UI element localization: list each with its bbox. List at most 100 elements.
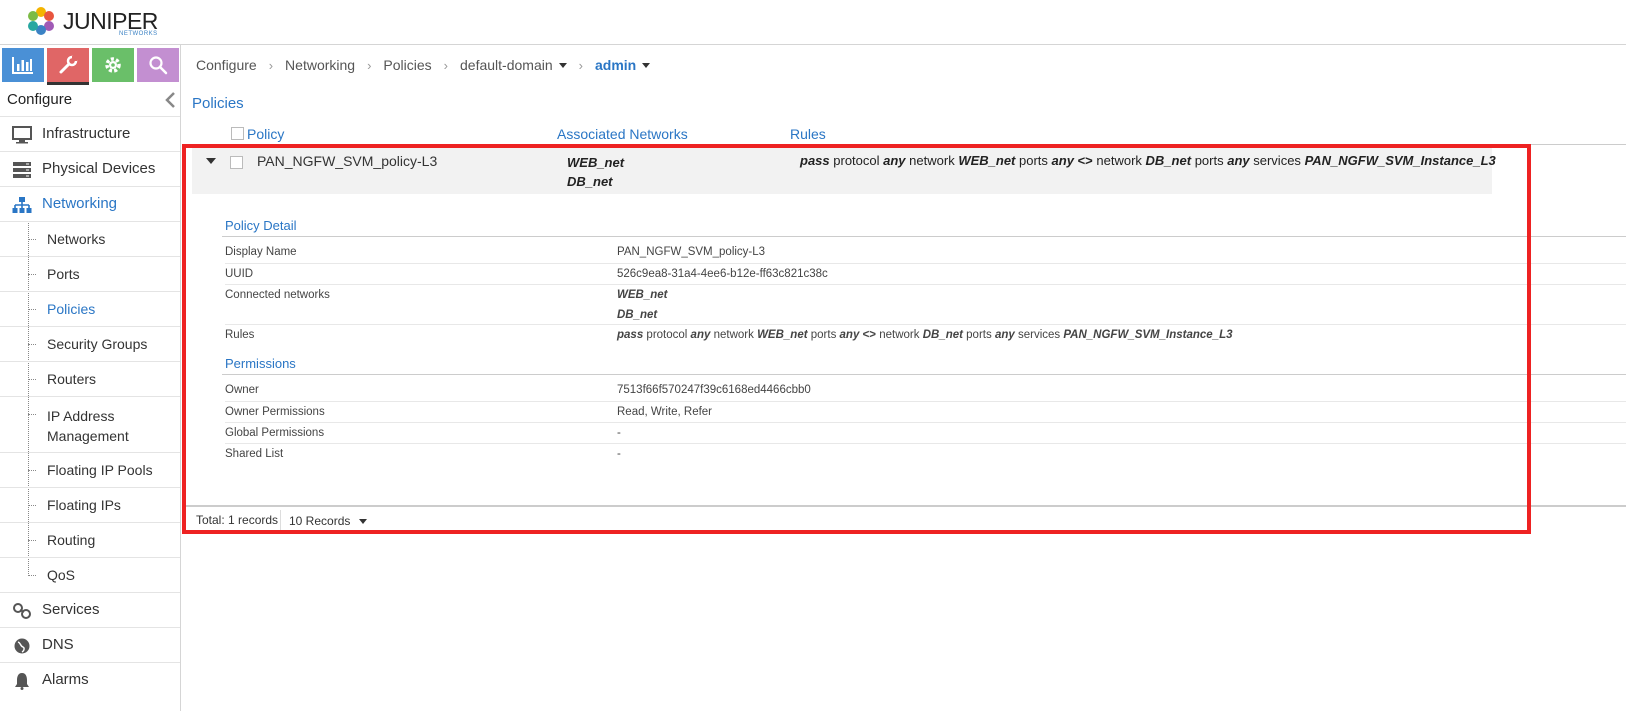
rule-source-network: WEB_net bbox=[757, 329, 808, 341]
column-header-networks[interactable]: Associated Networks bbox=[557, 126, 688, 142]
rules-cell: pass protocol any network WEB_net ports … bbox=[800, 153, 1496, 168]
detail-row-rules: Rules pass protocol any network WEB_net … bbox=[225, 324, 1626, 345]
sidebar-item-label: Services bbox=[42, 601, 100, 618]
policy-detail-title: Policy Detail bbox=[225, 218, 297, 233]
rule-source-network: WEB_net bbox=[958, 153, 1016, 168]
sidebar-item-qos[interactable]: QoS bbox=[0, 557, 180, 592]
sidebar-item-ip-address-management[interactable]: IP Address Management bbox=[0, 396, 180, 452]
sidebar-item-services[interactable]: Services bbox=[0, 592, 180, 627]
sidebar-subitem-label: Networks bbox=[47, 231, 106, 247]
detail-row-uuid: UUID 526c9ea8-31a4-4ee6-b12e-ff63c821c38… bbox=[225, 263, 1626, 284]
sidebar-item-alarms[interactable]: Alarms bbox=[0, 662, 180, 697]
breadcrumb-separator: › bbox=[443, 57, 449, 73]
domain-dropdown[interactable]: default-domain bbox=[460, 57, 567, 73]
link-icon bbox=[13, 603, 31, 619]
breadcrumb-separator: › bbox=[268, 57, 274, 73]
detail-value-rules: pass protocol any network WEB_net ports … bbox=[617, 329, 1233, 341]
sidebar-subitem-label: Ports bbox=[47, 266, 80, 282]
page-size-select[interactable]: 10 Records bbox=[289, 514, 350, 528]
network-name: WEB_net bbox=[567, 155, 625, 170]
sidebar-item-routers[interactable]: Routers bbox=[0, 361, 180, 396]
caret-down-icon bbox=[642, 62, 651, 68]
detail-value: WEB_net bbox=[617, 289, 668, 301]
juniper-flower-icon bbox=[28, 7, 54, 35]
associated-networks-cell: WEB_net DB_net bbox=[567, 153, 624, 191]
project-dropdown-label: admin bbox=[594, 57, 637, 73]
top-header: JUNIPER NETWORKS bbox=[0, 0, 1626, 45]
sidebar-item-label: Physical Devices bbox=[42, 160, 156, 177]
sidebar-item-infrastructure[interactable]: Infrastructure bbox=[0, 116, 180, 151]
sidebar-subitem-label: Policies bbox=[47, 301, 96, 317]
sidebar-item-physical-devices[interactable]: Physical Devices bbox=[0, 151, 180, 186]
sidebar-item-dns[interactable]: DNS bbox=[0, 627, 180, 662]
rule-action: pass bbox=[800, 153, 830, 168]
breadcrumb-policies[interactable]: Policies bbox=[383, 57, 431, 73]
sidebar-nav: Infrastructure Physical Devices Networki… bbox=[0, 116, 180, 697]
tree-tick bbox=[28, 239, 36, 240]
breadcrumb: Configure › Networking › Policies › defa… bbox=[196, 57, 651, 73]
detail-label: Shared List bbox=[225, 448, 284, 460]
policy-name-cell: PAN_NGFW_SVM_policy-L3 bbox=[257, 153, 438, 169]
sidebar-item-label: Alarms bbox=[42, 671, 89, 688]
rule-direction: <> bbox=[1077, 153, 1093, 168]
sidebar-item-ports[interactable]: Ports bbox=[0, 256, 180, 291]
detail-row-shared-list: Shared List - bbox=[225, 443, 1626, 464]
select-all-checkbox[interactable] bbox=[231, 127, 244, 140]
detail-value: PAN_NGFW_SVM_policy-L3 bbox=[617, 246, 766, 258]
sidebar-item-label: Networking bbox=[42, 195, 118, 212]
caret-down-icon bbox=[558, 62, 567, 68]
tree-tick bbox=[28, 344, 36, 345]
sidebar-item-networks[interactable]: Networks bbox=[0, 221, 180, 256]
sidebar-subitem-label: IP Address Management bbox=[47, 408, 129, 444]
sidebar-item-routing[interactable]: Routing bbox=[0, 522, 180, 557]
brand-sub: NETWORKS bbox=[119, 31, 158, 37]
monitor-mode-button[interactable] bbox=[2, 48, 44, 82]
main-content: Configure › Networking › Policies › defa… bbox=[182, 45, 1626, 711]
tree-tick bbox=[28, 274, 36, 275]
table-row[interactable]: PAN_NGFW_SVM_policy-L3 WEB_net DB_net pa… bbox=[192, 146, 1496, 194]
breadcrumb-configure[interactable]: Configure bbox=[196, 57, 257, 73]
detail-value: 526c9ea8-31a4-4ee6-b12e-ff63c821c38c bbox=[617, 268, 828, 280]
expand-row-icon[interactable] bbox=[206, 158, 216, 164]
juniper-logo[interactable]: JUNIPER NETWORKS bbox=[24, 4, 158, 40]
caret-down-icon[interactable] bbox=[359, 519, 367, 524]
sidebar-item-floating-ip-pools[interactable]: Floating IP Pools bbox=[0, 452, 180, 487]
section-divider bbox=[222, 374, 1626, 375]
configure-mode-button[interactable] bbox=[47, 48, 89, 85]
project-dropdown[interactable]: admin bbox=[594, 57, 651, 73]
total-records: Total: 1 records bbox=[196, 513, 279, 527]
policy-detail-panel: Policy Detail Display Name PAN_NGFW_SVM_… bbox=[192, 194, 1626, 494]
sidebar-subitem-label: QoS bbox=[47, 567, 76, 583]
tree-tick bbox=[28, 414, 36, 415]
page-title: Policies bbox=[192, 95, 244, 112]
settings-mode-button[interactable] bbox=[92, 48, 134, 82]
collapse-sidebar-icon[interactable] bbox=[163, 91, 177, 109]
rule-keyword: ports bbox=[1019, 153, 1048, 168]
networking-subnav: Networks Ports Policies Security Groups … bbox=[0, 221, 180, 592]
sidebar-item-policies[interactable]: Policies bbox=[0, 291, 180, 326]
column-header-policy[interactable]: Policy bbox=[247, 126, 284, 142]
rule-keyword: protocol bbox=[833, 153, 880, 168]
detail-label: Display Name bbox=[225, 246, 297, 258]
grid-footer: Total: 1 records 10 Records bbox=[182, 505, 1626, 531]
sidebar-item-floating-ips[interactable]: Floating IPs bbox=[0, 487, 180, 522]
rule-keyword: services bbox=[1017, 329, 1061, 341]
row-checkbox[interactable] bbox=[230, 156, 243, 169]
detail-label: Owner bbox=[225, 384, 259, 396]
detail-value: - bbox=[617, 427, 621, 439]
section-divider bbox=[222, 236, 1626, 237]
sidebar-item-security-groups[interactable]: Security Groups bbox=[0, 326, 180, 361]
column-header-rules[interactable]: Rules bbox=[790, 126, 826, 142]
breadcrumb-networking[interactable]: Networking bbox=[285, 57, 355, 73]
query-mode-button[interactable] bbox=[137, 48, 179, 82]
sidebar-subitem-label: Routers bbox=[47, 371, 97, 387]
rule-keyword: services bbox=[1253, 153, 1301, 168]
sidebar-item-label: Infrastructure bbox=[42, 125, 131, 142]
rule-keyword: network bbox=[909, 153, 955, 168]
permissions-title: Permissions bbox=[225, 356, 296, 371]
rule-destination-ports: any bbox=[1227, 153, 1250, 168]
sidebar-item-networking[interactable]: Networking bbox=[0, 186, 180, 221]
detail-row-owner-permissions: Owner Permissions Read, Write, Refer bbox=[225, 401, 1626, 422]
tree-tick bbox=[28, 540, 36, 541]
tree-tick bbox=[28, 505, 36, 506]
